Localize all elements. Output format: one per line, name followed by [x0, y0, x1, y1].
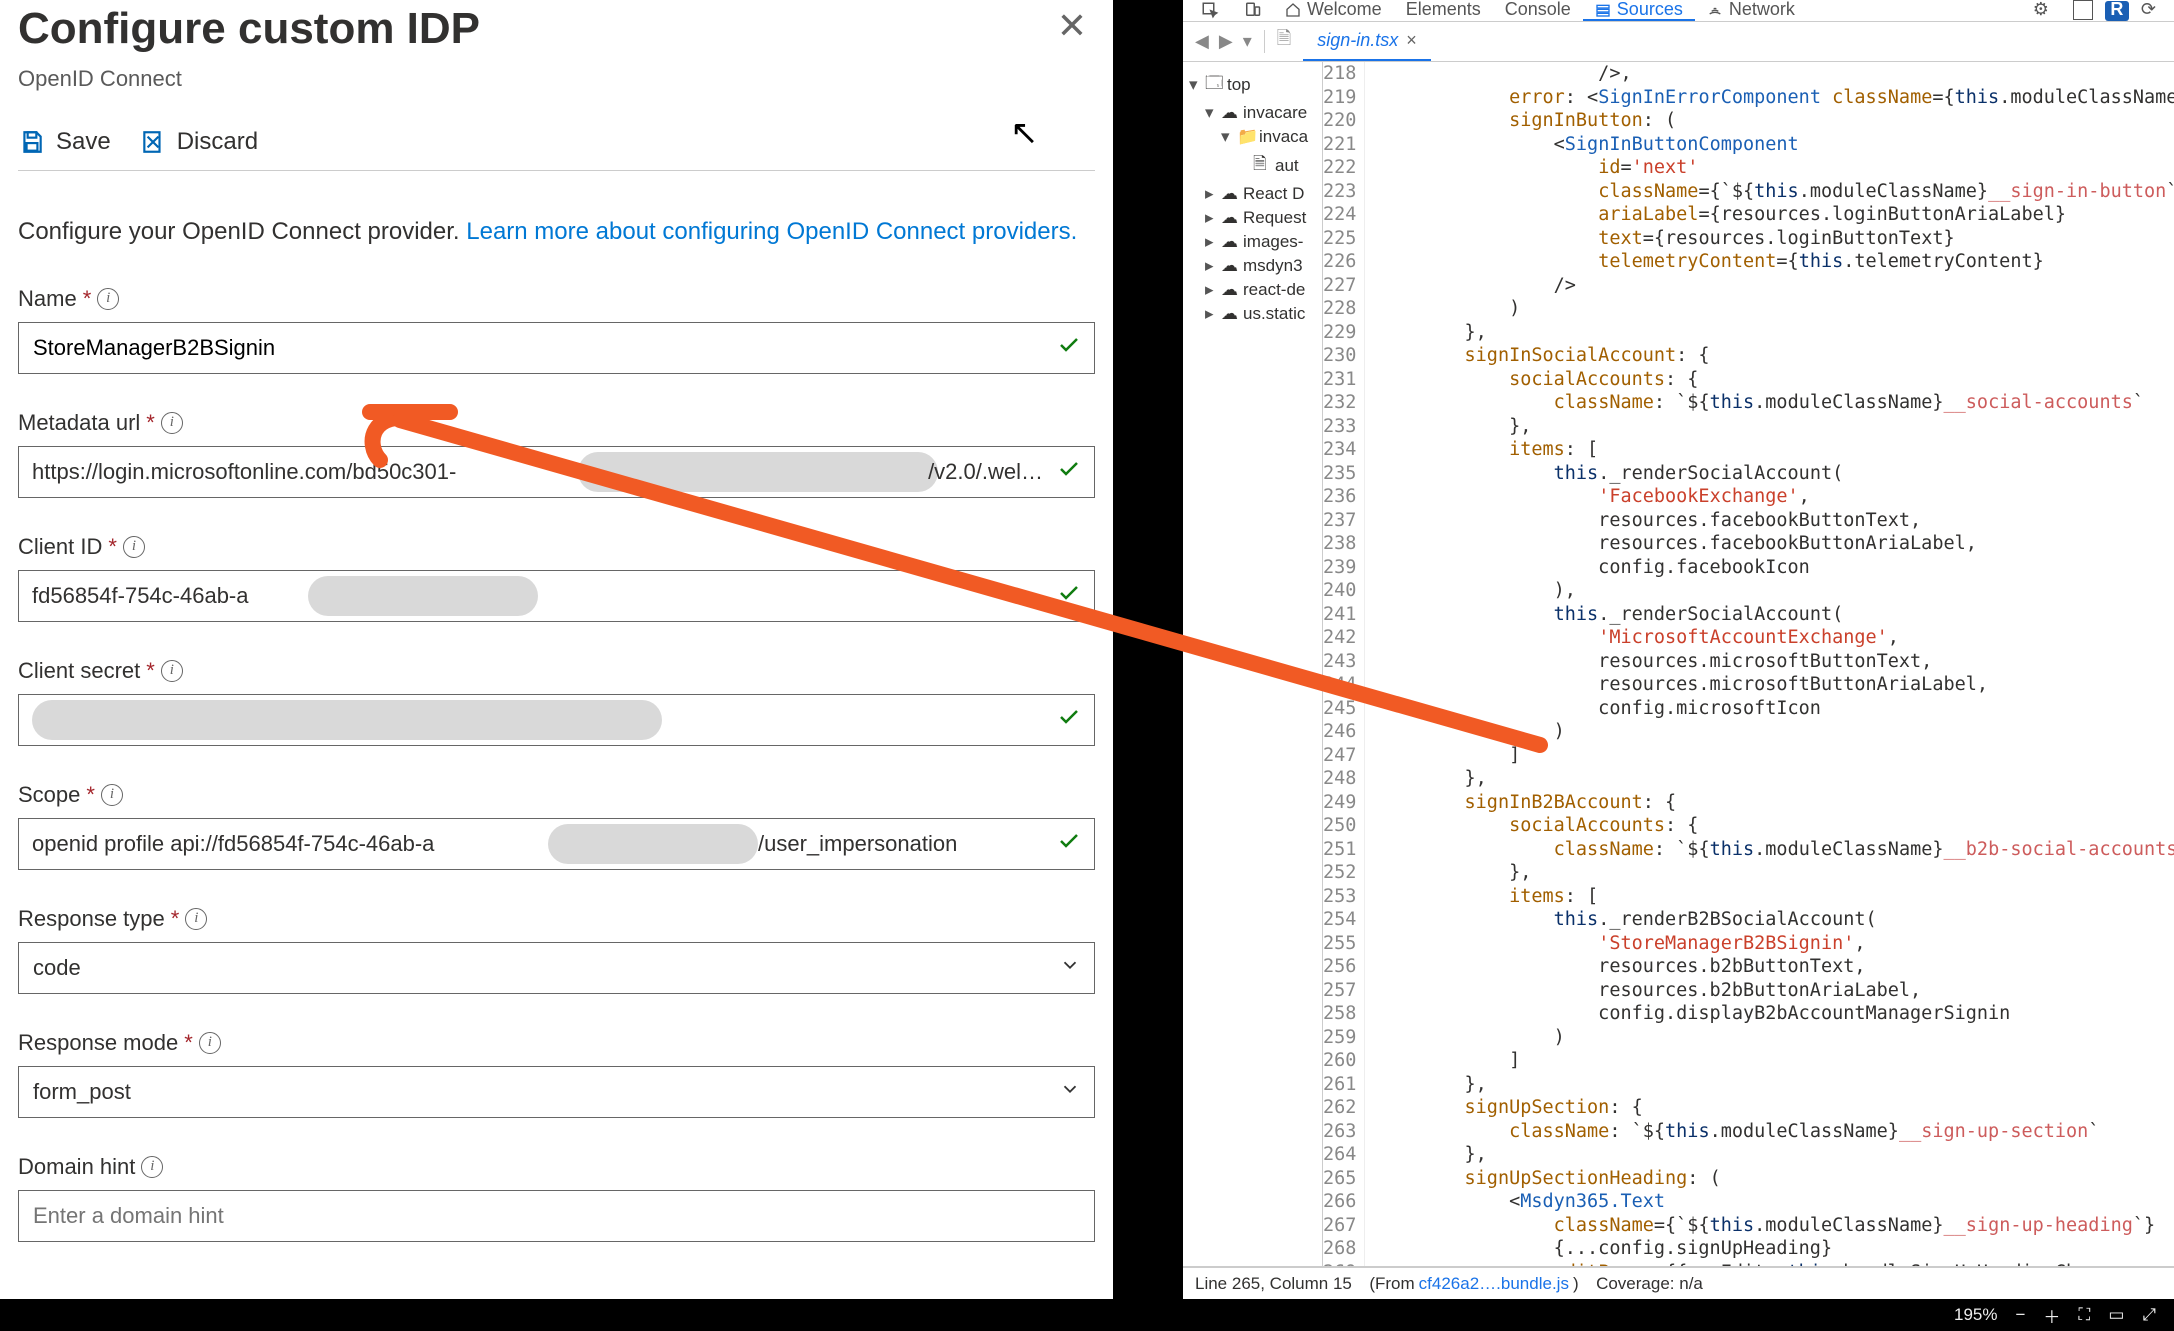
divider [1113, 0, 1183, 1331]
redacted-region [578, 452, 938, 492]
nav-down-icon[interactable]: ▾ [1243, 31, 1252, 52]
metadata-value-left: https://login.microsoftonline.com/bd50c3… [32, 459, 456, 485]
file-icon[interactable]: 🗎 [1265, 22, 1303, 61]
valid-icon [1057, 581, 1081, 611]
tab-welcome[interactable]: Welcome [1273, 0, 1394, 21]
responsetype-label: Response type * i [18, 906, 1095, 932]
file-tab-signin[interactable]: sign-in.tsx × [1303, 22, 1431, 61]
devtools-panel: Welcome Elements Console Sources Network… [1183, 0, 2174, 1331]
scope-label: Scope * i [18, 782, 1095, 808]
tree-item[interactable]: ▾🗔top [1183, 68, 1322, 101]
fit-icon[interactable]: ⛶ [2078, 1305, 2090, 1325]
redacted-region [32, 700, 662, 740]
inspect-icon[interactable] [1189, 0, 1231, 21]
page-title: Configure custom IDP [18, 4, 480, 54]
metadata-value-right: /v2.0/.wel… [928, 459, 1043, 485]
domainhint-label: Domain hint i [18, 1154, 1095, 1180]
expand-icon[interactable]: ⤢ [2142, 1305, 2156, 1325]
scope-value-left: openid profile api://fd56854f-754c-46ab-… [32, 831, 434, 857]
info-icon[interactable]: i [161, 660, 183, 682]
toolbar: Save Discard [18, 128, 1095, 171]
metadata-label: Metadata url * i [18, 410, 1095, 436]
info-icon[interactable]: i [97, 288, 119, 310]
tree-item[interactable]: ▸☁images- [1183, 230, 1322, 254]
devtools-statusbar: Line 265, Column 15 (From cf426a2….bundl… [1183, 1267, 2174, 1299]
idp-config-panel: Configure custom IDP ✕ OpenID Connect Sa… [0, 0, 1113, 1331]
valid-icon [1057, 457, 1081, 487]
dock-icon[interactable] [2061, 0, 2105, 21]
valid-icon [1057, 333, 1081, 363]
zoom-in-icon[interactable]: ＋ [2043, 1303, 2060, 1328]
source-link[interactable]: cf426a2….bundle.js [1419, 1274, 1569, 1294]
nav-back-icon[interactable]: ◀ [1195, 31, 1209, 52]
tree-item[interactable]: 🗎aut [1183, 149, 1322, 182]
discard-button[interactable]: Discard [139, 128, 258, 156]
tree-item[interactable]: ▸☁us.static [1183, 302, 1322, 326]
refresh-icon[interactable]: ⟳ [2129, 0, 2168, 21]
discard-label: Discard [177, 128, 258, 156]
tree-item[interactable]: ▾📁invaca [1183, 125, 1322, 149]
tab-elements[interactable]: Elements [1394, 0, 1493, 21]
intro-text: Configure your OpenID Connect provider. … [18, 215, 1095, 250]
tab-console[interactable]: Console [1493, 0, 1583, 21]
code-editor[interactable]: 218 219 220 221 222 223 224 225 226 227 … [1323, 62, 2174, 1266]
redacted-region [308, 576, 538, 616]
info-icon[interactable]: i [185, 908, 207, 930]
os-statusbar: 195% − ＋ ⛶ ▭ ⤢ [0, 1299, 2174, 1331]
scope-value-right: /user_impersonation [758, 831, 957, 857]
read-icon[interactable]: ▭ [2108, 1305, 2124, 1325]
zoom-out-icon[interactable]: − [2015, 1305, 2025, 1325]
valid-icon [1057, 705, 1081, 735]
devtools-top-toolbar: Welcome Elements Console Sources Network… [1183, 0, 2174, 22]
redacted-region [548, 824, 758, 864]
responsemode-label: Response mode * i [18, 1030, 1095, 1056]
settings-icon[interactable]: ⚙ [2021, 0, 2061, 21]
save-button[interactable]: Save [18, 128, 111, 156]
responsetype-select[interactable]: code [18, 942, 1095, 994]
save-icon [18, 128, 46, 156]
info-icon[interactable]: i [141, 1156, 163, 1178]
close-tab-icon[interactable]: × [1406, 30, 1417, 51]
close-button[interactable]: ✕ [1049, 4, 1095, 48]
responsemode-select[interactable]: form_post [18, 1066, 1095, 1118]
clientsecret-label: Client secret * i [18, 658, 1095, 684]
info-icon[interactable]: i [123, 536, 145, 558]
page-subtitle: OpenID Connect [18, 66, 1095, 92]
save-label: Save [56, 128, 111, 156]
tree-item[interactable]: ▸☁Request [1183, 206, 1322, 230]
discard-icon [139, 128, 167, 156]
clientid-value-left: fd56854f-754c-46ab-a [32, 583, 249, 609]
tree-item[interactable]: ▸☁react-de [1183, 278, 1322, 302]
name-label: Name * i [18, 286, 1095, 312]
zoom-level: 195% [1954, 1305, 1997, 1325]
tree-item[interactable]: ▸☁msdyn3 [1183, 254, 1322, 278]
name-input[interactable] [18, 322, 1095, 374]
valid-icon [1057, 829, 1081, 859]
tree-item[interactable]: ▾☁invacare [1183, 101, 1322, 125]
tab-network[interactable]: Network [1695, 0, 1807, 21]
info-icon[interactable]: i [161, 412, 183, 434]
device-icon[interactable] [1231, 0, 1273, 21]
extension-icon[interactable]: R [2105, 1, 2129, 21]
info-icon[interactable]: i [199, 1032, 221, 1054]
info-icon[interactable]: i [101, 784, 123, 806]
clientid-label: Client ID * i [18, 534, 1095, 560]
tree-item[interactable]: ▸☁React D [1183, 182, 1322, 206]
devtools-file-tabstrip: ◀ ▶ ▾ 🗎 sign-in.tsx × [1183, 22, 2174, 62]
tab-sources[interactable]: Sources [1583, 0, 1695, 21]
domainhint-input[interactable] [18, 1190, 1095, 1242]
nav-fwd-icon[interactable]: ▶ [1219, 31, 1233, 52]
file-tree[interactable]: ▾🗔top▾☁invacare▾📁invaca🗎aut▸☁React D▸☁Re… [1183, 62, 1323, 1266]
learn-more-link[interactable]: Learn more about configuring OpenID Conn… [466, 218, 1077, 245]
